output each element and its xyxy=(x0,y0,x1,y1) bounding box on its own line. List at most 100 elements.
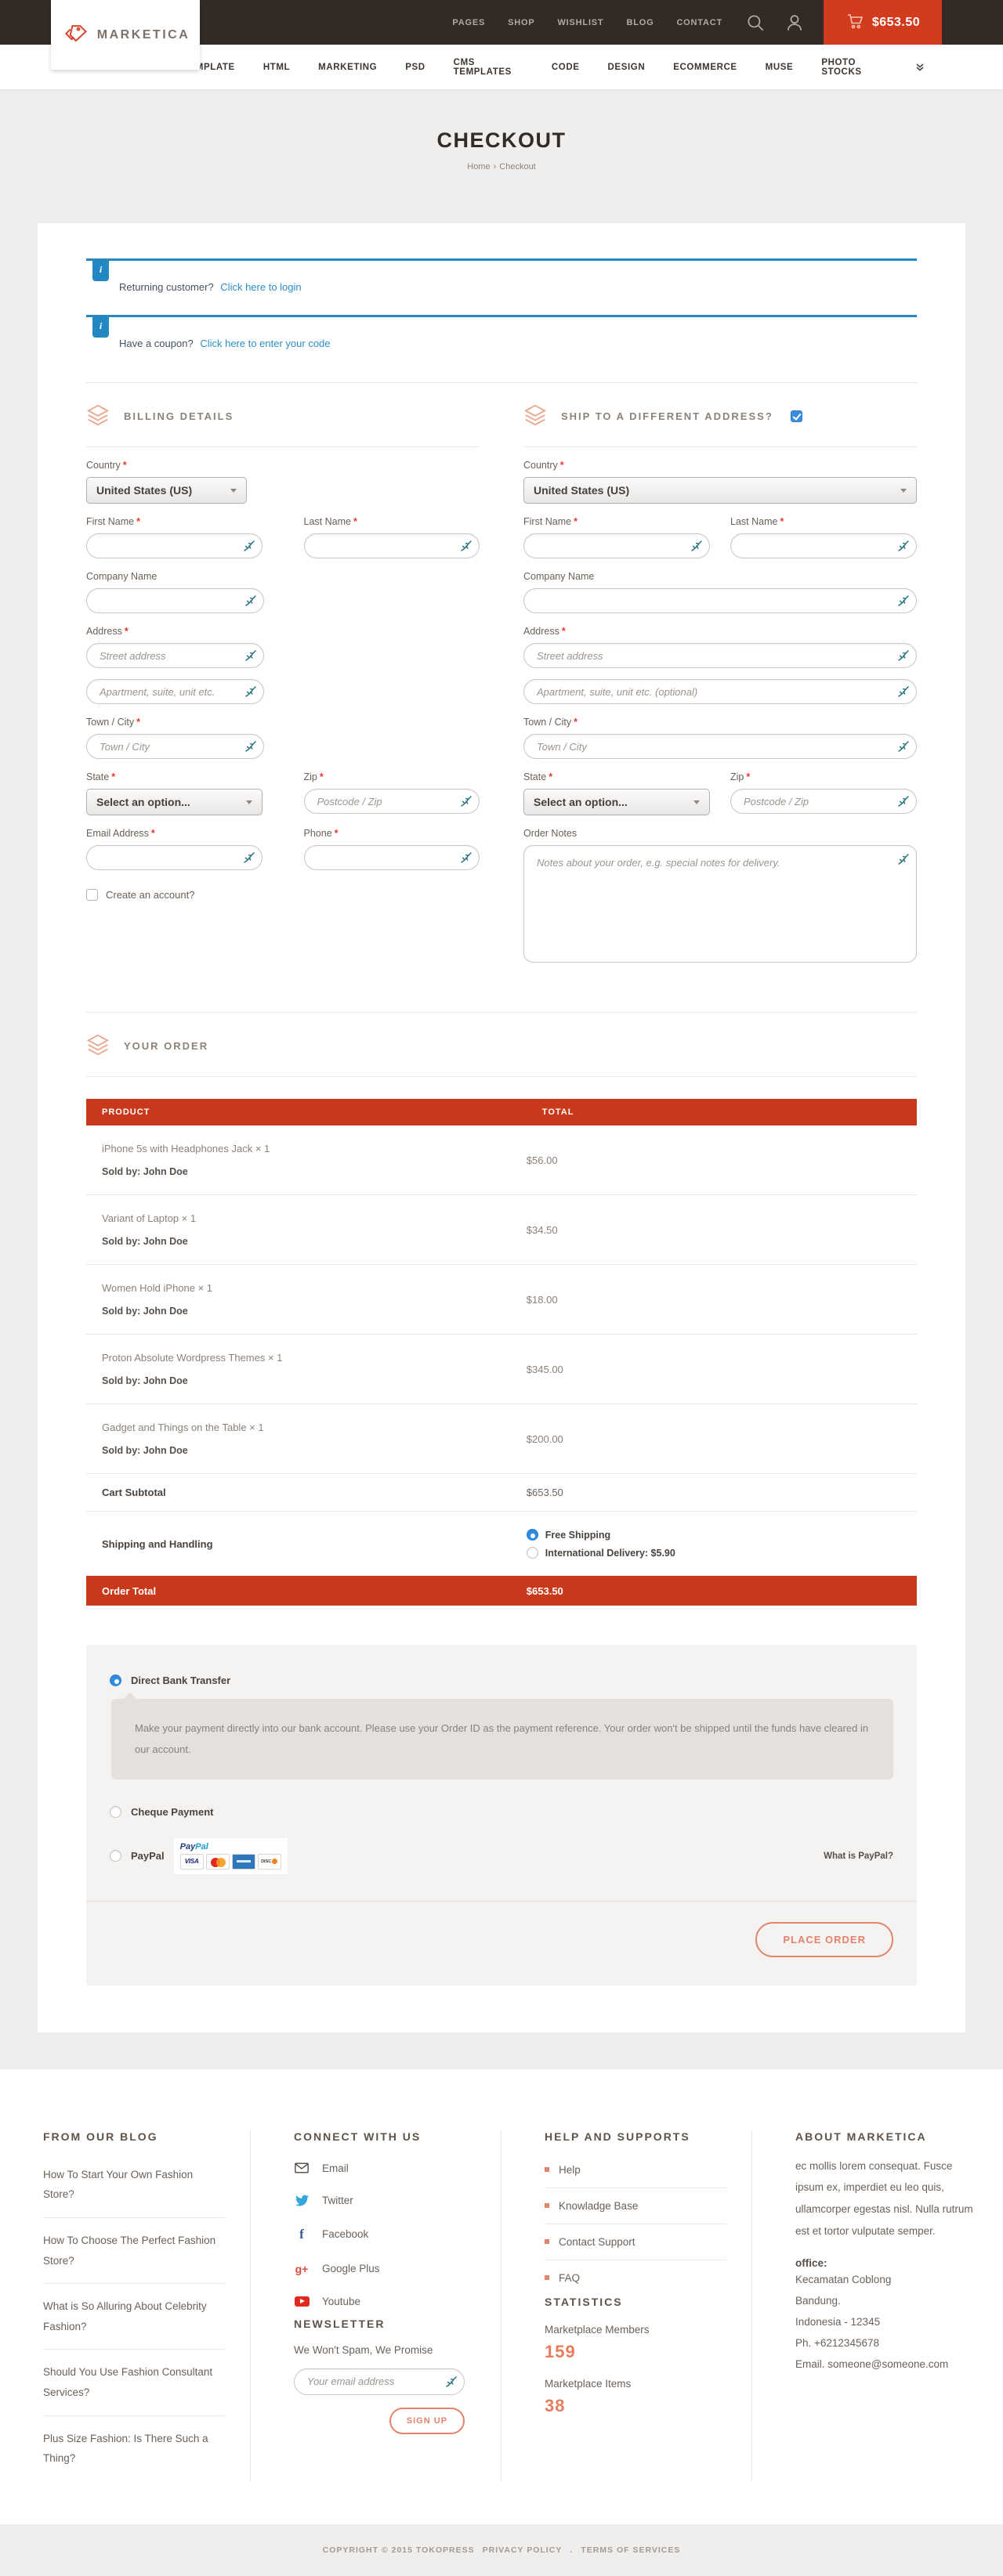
topnav-pages[interactable]: PAGES xyxy=(452,18,485,27)
terms-link[interactable]: TERMS OF SERVICES xyxy=(581,2545,680,2555)
nav-marketing[interactable]: MARKETING xyxy=(318,63,377,72)
zip-label: Zip* xyxy=(304,771,480,782)
copyright-bar: COPYRIGHT © 2015 TOKOPRESS PRIVACY POLIC… xyxy=(0,2524,1003,2576)
bullet-icon xyxy=(545,2203,549,2208)
international-delivery-radio[interactable] xyxy=(527,1547,538,1559)
cart-total: $653.50 xyxy=(872,16,920,30)
nav-code[interactable]: CODE xyxy=(552,63,580,72)
nav-muse[interactable]: MUSE xyxy=(766,63,794,72)
billing-zip-input[interactable] xyxy=(304,789,480,814)
shipping-town-input[interactable] xyxy=(523,734,917,759)
free-shipping-radio[interactable] xyxy=(527,1529,538,1541)
nav-html[interactable]: HTML xyxy=(263,63,290,72)
billing-email-input[interactable] xyxy=(86,845,263,870)
shipping-state-select[interactable]: Select an option... xyxy=(523,789,710,815)
checkout-panel: i Returning customer? Click here to logi… xyxy=(38,223,965,2032)
cart-icon xyxy=(845,12,864,33)
youtube-icon xyxy=(294,2296,310,2307)
login-link[interactable]: Click here to login xyxy=(220,281,301,293)
cheque-payment-radio[interactable] xyxy=(110,1806,121,1818)
phone-label: Phone* xyxy=(304,828,480,839)
nav-more-chevron-icon[interactable] xyxy=(915,63,925,72)
order-row: iPhone 5s with Headphones Jack × 1 Sold … xyxy=(86,1125,917,1195)
create-account-checkbox[interactable] xyxy=(86,889,98,901)
topnav-shop[interactable]: SHOP xyxy=(508,18,534,27)
billing-phone-input[interactable] xyxy=(304,845,480,870)
shipping-apartment-input[interactable] xyxy=(523,679,917,704)
help-link[interactable]: FAQ xyxy=(545,2260,726,2296)
state-select[interactable]: Select an option... xyxy=(86,789,263,815)
help-link[interactable]: Knowladge Base xyxy=(545,2188,726,2224)
subtotal-value: $653.50 xyxy=(527,1487,917,1498)
nav-psd[interactable]: PSD xyxy=(405,63,425,72)
shipping-country-select[interactable]: United States (US) xyxy=(523,477,917,504)
breadcrumb-separator: › xyxy=(494,162,497,172)
shipping-company-input[interactable] xyxy=(523,588,917,613)
order-table: PRODUCT TOTAL iPhone 5s with Headphones … xyxy=(86,1099,917,1606)
privacy-policy-link[interactable]: PRIVACY POLICY xyxy=(483,2545,563,2555)
nav-design[interactable]: DESIGN xyxy=(608,63,646,72)
social-link-facebook[interactable]: Facebook xyxy=(322,2228,368,2240)
address-label: Address* xyxy=(523,626,917,637)
paypal-radio[interactable] xyxy=(110,1850,121,1862)
last-name-label: Last Name* xyxy=(730,516,917,527)
country-select[interactable]: United States (US) xyxy=(86,477,247,504)
mastercard-icon xyxy=(206,1854,230,1870)
logo[interactable]: MARKETICA xyxy=(51,0,200,70)
signup-button[interactable]: SIGN UP xyxy=(389,2408,465,2434)
cart-subtotal-row: Cart Subtotal $653.50 xyxy=(86,1474,917,1512)
product-name: Gadget and Things on the Table × 1 xyxy=(86,1422,527,1433)
account-icon[interactable] xyxy=(784,13,805,33)
social-link-twitter[interactable]: Twitter xyxy=(322,2195,353,2206)
billing-town-input[interactable] xyxy=(86,734,264,759)
billing-last-name-input[interactable] xyxy=(304,533,480,558)
nav-cms-templates[interactable]: CMS TEMPLATES xyxy=(454,58,523,77)
product-total: $345.00 xyxy=(527,1364,917,1375)
cart-button[interactable]: $653.50 xyxy=(824,0,942,45)
what-is-paypal-link[interactable]: What is PayPal? xyxy=(824,1852,893,1861)
help-link[interactable]: Help xyxy=(545,2152,726,2188)
coupon-link[interactable]: Click here to enter your code xyxy=(200,338,330,349)
shipping-first-name-input[interactable] xyxy=(523,533,710,558)
topnav-wishlist[interactable]: WISHLIST xyxy=(558,18,604,27)
payment-methods: Direct Bank Transfer Make your payment d… xyxy=(86,1645,917,1985)
search-icon[interactable] xyxy=(745,13,766,33)
product-total: $56.00 xyxy=(527,1154,917,1166)
social-link-email[interactable]: Email xyxy=(322,2162,349,2174)
google-plus-icon: g+ xyxy=(294,2263,310,2275)
amex-card-icon xyxy=(232,1854,255,1870)
billing-street-input[interactable] xyxy=(86,643,264,668)
blog-post-link[interactable]: Should You Use Fashion Consultant Servic… xyxy=(43,2350,225,2415)
visa-card-icon: VISA xyxy=(180,1854,204,1870)
newsletter-email-input[interactable] xyxy=(294,2368,465,2395)
shipping-zip-input[interactable] xyxy=(730,789,917,814)
product-total: $18.00 xyxy=(527,1294,917,1306)
blog-post-link[interactable]: How To Start Your Own Fashion Store? xyxy=(43,2152,225,2218)
shipping-street-input[interactable] xyxy=(523,643,917,668)
help-link[interactable]: Contact Support xyxy=(545,2224,726,2260)
social-link-youtube[interactable]: Youtube xyxy=(322,2296,360,2307)
nav-ecommerce[interactable]: ECOMMERCE xyxy=(673,63,737,72)
blog-post-link[interactable]: How To Choose The Perfect Fashion Store? xyxy=(43,2218,225,2284)
order-row: Proton Absolute Wordpress Themes × 1 Sol… xyxy=(86,1335,917,1404)
topnav-contact[interactable]: CONTACT xyxy=(676,18,722,27)
breadcrumb-home[interactable]: Home xyxy=(467,162,490,172)
town-label: Town / City* xyxy=(86,717,264,728)
product-total: $200.00 xyxy=(527,1433,917,1445)
billing-first-name-input[interactable] xyxy=(86,533,263,558)
order-notes-textarea[interactable] xyxy=(523,845,917,963)
social-link-google-plus[interactable]: Google Plus xyxy=(322,2263,380,2274)
bank-transfer-radio[interactable] xyxy=(110,1675,121,1686)
top-nav: PAGES SHOP WISHLIST BLOG CONTACT $653.50 xyxy=(452,0,1003,45)
nav-photo-stocks[interactable]: PHOTO STOCKS xyxy=(821,58,887,77)
blog-post-link[interactable]: Plus Size Fashion: Is There Such a Thing… xyxy=(43,2416,225,2481)
billing-apartment-input[interactable] xyxy=(86,679,264,704)
blog-post-link[interactable]: What is So Alluring About Celebrity Fash… xyxy=(43,2284,225,2350)
product-name: Proton Absolute Wordpress Themes × 1 xyxy=(86,1352,527,1364)
topnav-blog[interactable]: BLOG xyxy=(626,18,654,27)
ship-different-address-checkbox[interactable] xyxy=(791,410,802,422)
statistics-heading: STATISTICS xyxy=(545,2296,726,2308)
billing-company-input[interactable] xyxy=(86,588,264,613)
shipping-last-name-input[interactable] xyxy=(730,533,917,558)
place-order-button[interactable]: PLACE ORDER xyxy=(755,1922,893,1957)
